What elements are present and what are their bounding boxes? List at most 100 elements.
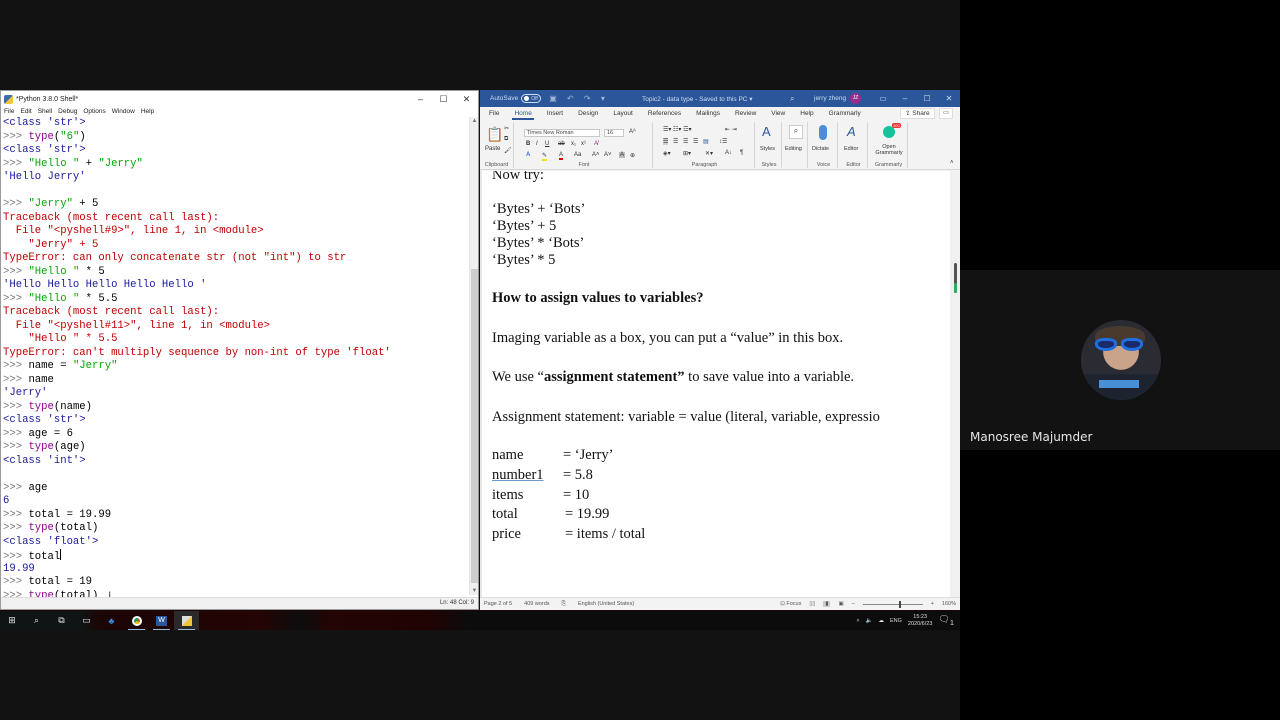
document-area[interactable]: Now try: ‘Bytes’ + ‘Bots’ ‘Bytes’ + 5 ‘B… [480,171,960,597]
editor-button-label[interactable]: Editor [844,146,858,152]
enclose-characters-icon[interactable]: ⊕ [630,152,635,159]
character-shading-icon[interactable]: A [619,152,626,158]
font-grow-icon[interactable]: Aᴬ [629,129,636,135]
line-spacing-icon[interactable]: ↕☰ [719,138,727,145]
language[interactable]: English (United States) [578,601,634,607]
zoom-level[interactable]: 160% [942,601,956,607]
zoom-slider-knob[interactable] [898,600,901,608]
tab-insert[interactable]: Insert [547,110,563,117]
search-icon[interactable]: ⌕ [790,94,794,104]
task-view-icon[interactable]: ⧉ [49,611,74,630]
asian-layout-icon[interactable]: ✕▾ [705,150,713,157]
windows-start-icon[interactable]: ⊞ [0,611,24,630]
search-icon[interactable]: ⌕ [24,611,49,630]
word-count[interactable]: 409 words [524,601,549,607]
minimize-button[interactable]: – [409,94,432,105]
menu-window[interactable]: Window [112,108,135,115]
strikethrough-icon[interactable]: ab [558,141,565,147]
page-count[interactable]: Page 2 of 5 [484,601,512,607]
print-layout-icon[interactable]: ▮ [823,601,831,607]
autosave-toggle[interactable]: AutoSave Off [490,94,542,103]
font-size-select[interactable]: 16 [604,129,624,137]
distributed-icon[interactable]: ▤ [703,138,709,145]
python-idle-icon[interactable] [174,611,199,630]
menu-help[interactable]: Help [141,108,154,115]
web-layout-icon[interactable]: ▣ [838,601,843,607]
comments-icon[interactable]: ▭ [939,108,953,119]
maximize-button[interactable]: ☐ [916,94,938,103]
shell-scrollbar[interactable]: ▲ ▼ [469,117,478,595]
clock[interactable]: 15:23 2020/6/23 [908,614,932,628]
close-button[interactable]: ✕ [938,94,960,103]
highlight-icon[interactable]: ✎ [542,152,548,161]
menu-options[interactable]: Options [83,108,105,115]
zoom-in-icon[interactable]: + [931,601,934,607]
tab-file[interactable]: File [489,110,499,117]
proofing-icon[interactable]: ⎘ [562,601,566,608]
ribbon-display-icon[interactable]: ▭ [872,94,894,103]
notification-icon[interactable]: 🗨1 [938,614,954,627]
share-button[interactable]: ⇪ Share [900,108,935,119]
menu-debug[interactable]: Debug [58,108,77,115]
autosave-switch[interactable]: Off [521,94,542,103]
align-right-icon[interactable]: ☰ [683,138,688,145]
onedrive-icon[interactable]: ☁ [879,618,885,624]
superscript-icon[interactable]: x¹ [581,141,586,147]
menu-file[interactable]: File [4,108,14,115]
shell-text-area[interactable]: <class 'str'> >>> type("6") <class 'str'> >… [3,117,469,597]
read-mode-icon[interactable]: ▯▯ [809,601,815,607]
show-marks-icon[interactable]: ¶ [740,150,743,156]
scroll-up-icon[interactable]: ▲ [471,117,478,125]
user-avatar[interactable]: JZ [850,93,861,104]
terminal-icon[interactable]: ▭ [74,611,99,630]
borders-icon[interactable]: ⊞▾ [683,150,691,157]
italic-icon[interactable]: I [536,141,538,147]
editor-icon[interactable]: A [847,124,856,139]
tab-grammarly[interactable]: Grammarly [829,110,861,117]
tab-review[interactable]: Review [735,110,756,117]
sort-icon[interactable]: A↓ [725,150,732,156]
document-title[interactable]: Topic2 - data type - Saved to this PC ▾ [642,95,753,103]
tray-chevron-icon[interactable]: ˄ [856,618,859,624]
user-name[interactable]: jerry zheng [814,95,846,102]
styles-icon[interactable]: A [762,124,771,139]
open-grammarly-label[interactable]: Open Grammarly [872,144,906,156]
focus-button[interactable]: ⊡ Focus [780,601,801,607]
find-icon[interactable]: ⌕ [789,125,803,139]
tab-help[interactable]: Help [800,110,813,117]
scroll-down-icon[interactable]: ▼ [471,587,478,595]
zoom-out-icon[interactable]: – [852,601,855,607]
styles-button-label[interactable]: Styles [760,146,775,152]
input-language[interactable]: ENG [890,618,902,624]
font-name-select[interactable]: Times New Roman [524,129,600,137]
tab-design[interactable]: Design [578,110,598,117]
justify-icon[interactable]: ☰ [693,138,698,145]
menu-shell[interactable]: Shell [38,108,52,115]
shading-icon[interactable]: ◈▾ [663,150,671,157]
maximize-button[interactable]: ☐ [432,94,455,105]
volume-icon[interactable]: 🔈 [866,618,873,624]
app-icon[interactable]: ♣ [99,611,124,630]
font-color-icon[interactable]: A [559,152,564,160]
zoom-slider[interactable] [862,600,923,608]
indent-icons[interactable]: ⇤ ⇥ [725,126,737,133]
format-painter-icon[interactable]: 🖌 [504,147,512,154]
align-left-icon[interactable]: ☰ [663,138,669,145]
clear-formatting-icon[interactable]: A̸ [594,141,598,147]
word-window[interactable]: AutoSave Off ▣ ↶ ↷ ▾ Topic2 - data type … [480,90,960,610]
paste-icon[interactable]: 📋 [486,126,503,143]
idle-title-bar[interactable]: *Python 3.8.0 Shell* – ☐ ✕ [1,91,478,107]
grow-font-icon[interactable]: A˄ [592,152,600,158]
bullets-icon[interactable]: ☰▾ ☷▾ ☲▾ [663,126,692,133]
menu-edit[interactable]: Edit [20,108,31,115]
collapse-ribbon-icon[interactable]: ˄ [950,160,954,166]
change-case-icon[interactable]: Aa [574,152,581,158]
cut-icon[interactable]: ✂ [504,125,509,132]
document-scrollbar[interactable] [950,171,960,597]
tab-mailings[interactable]: Mailings [696,110,720,117]
word-title-bar[interactable]: AutoSave Off ▣ ↶ ↷ ▾ Topic2 - data type … [480,90,960,107]
tab-layout[interactable]: Layout [613,110,633,117]
shrink-font-icon[interactable]: A˅ [604,152,612,158]
bold-icon[interactable]: B [526,141,530,147]
copy-icon[interactable]: ⧉ [504,136,508,143]
